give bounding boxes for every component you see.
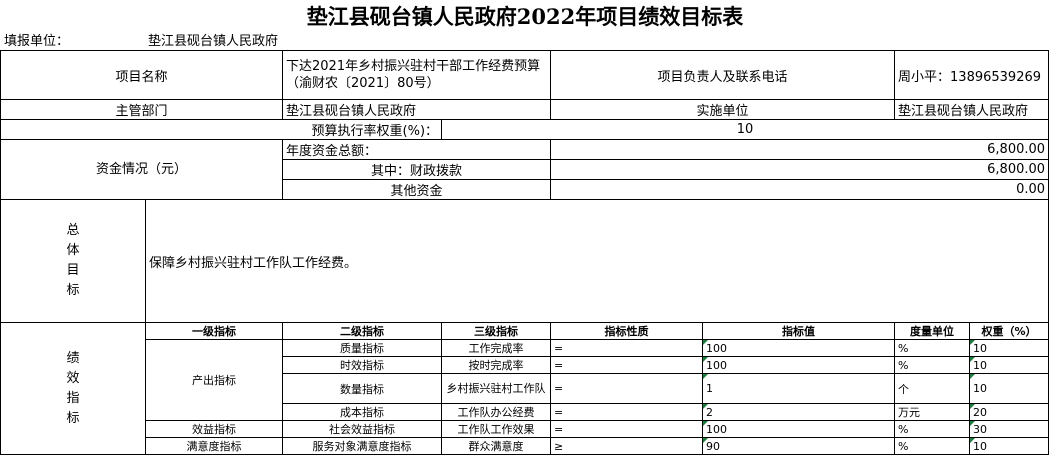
- perf-l2: 时效指标: [282, 356, 443, 374]
- perf-header-row: 绩效指标 一级指标 二级指标 三级指标 指标性质 指标值 度量单位 权重（%）: [0, 322, 1050, 455]
- filler-row: 填报单位： 垫江县砚台镇人民政府: [0, 33, 1050, 50]
- perf-nature[interactable]: =: [550, 403, 704, 421]
- goal-label: 总体目标: [0, 199, 146, 323]
- funds-total-label: 年度资金总额：: [282, 139, 552, 160]
- funds-fiscal-label: 其中：财政拨款: [282, 159, 552, 180]
- perf-nature[interactable]: =: [550, 373, 704, 404]
- perf-l2: 社会效益指标: [282, 420, 443, 438]
- perf-weight[interactable]: 30: [969, 420, 1050, 438]
- perf-nature[interactable]: ≥: [550, 437, 704, 455]
- project-contact-value[interactable]: 周小平：13896539269: [894, 50, 1050, 100]
- funds-label: 资金情况（元）: [0, 139, 284, 200]
- filler-label: 填报单位：: [4, 34, 70, 49]
- funds-total-row: 资金情况（元） 年度资金总额： 6,800.00: [0, 139, 1050, 200]
- perf-value[interactable]: 100: [702, 339, 896, 357]
- page-title: 垫江县砚台镇人民政府2022年项目绩效目标表: [306, 4, 744, 29]
- perf-unit[interactable]: %: [894, 437, 971, 455]
- perf-l1-output: 产出指标: [144, 339, 284, 421]
- perf-l3: 工作队办公经费: [441, 403, 552, 421]
- funds-total-value[interactable]: 6,800.00: [550, 139, 1050, 160]
- perf-header-unit: 度量单位: [894, 322, 971, 340]
- perf-value[interactable]: 100: [702, 420, 896, 438]
- perf-weight[interactable]: 10: [969, 339, 1050, 357]
- dept-value[interactable]: 垫江县砚台镇人民政府: [282, 99, 552, 120]
- budget-row: 预算执行率权重(%)： 10: [0, 119, 1050, 140]
- perf-l2: 服务对象满意度指标: [282, 437, 443, 455]
- perf-unit[interactable]: %: [894, 420, 971, 438]
- budget-label: 预算执行率权重(%)：: [0, 119, 443, 140]
- perf-nature[interactable]: =: [550, 339, 704, 357]
- perf-weight[interactable]: 10: [969, 373, 1050, 404]
- perf-unit[interactable]: %: [894, 339, 971, 357]
- perf-weight[interactable]: 10: [969, 356, 1050, 374]
- perf-l1-benefit: 效益指标: [144, 420, 284, 438]
- impl-label: 实施单位: [550, 99, 896, 120]
- project-row: 项目名称 下达2021年乡村振兴驻村干部工作经费预算（渝财农〔2021〕80号）…: [0, 50, 1050, 100]
- perf-weight[interactable]: 20: [969, 403, 1050, 421]
- perf-l3: 按时完成率: [441, 356, 552, 374]
- perf-unit[interactable]: 万元: [894, 403, 971, 421]
- filler-value: 垫江县砚台镇人民政府: [148, 34, 279, 49]
- funds-other-value[interactable]: 0.00: [550, 179, 1050, 200]
- perf-header-value: 指标值: [702, 322, 896, 340]
- dept-label: 主管部门: [0, 99, 284, 120]
- perf-header-l1: 一级指标: [144, 322, 284, 340]
- dept-row: 主管部门 垫江县砚台镇人民政府 实施单位 垫江县砚台镇人民政府: [0, 99, 1050, 120]
- perf-value[interactable]: 1: [702, 373, 896, 404]
- perf-header-weight: 权重（%）: [969, 322, 1050, 340]
- goal-row: 总体目标 保障乡村振兴驻村工作队工作经费。: [0, 199, 1050, 323]
- perf-value[interactable]: 2: [702, 403, 896, 421]
- perf-l3: 工作队工作效果: [441, 420, 552, 438]
- perf-header-l3: 三级指标: [441, 322, 552, 340]
- perf-l1-satisfaction: 满意度指标: [144, 437, 284, 455]
- perf-unit[interactable]: 个: [894, 373, 971, 404]
- perf-header-nature: 指标性质: [550, 322, 704, 340]
- perf-l2: 数量指标: [282, 373, 443, 404]
- perf-label: 绩效指标: [0, 322, 146, 455]
- perf-l2: 成本指标: [282, 403, 443, 421]
- funds-fiscal-value[interactable]: 6,800.00: [550, 159, 1050, 180]
- perf-weight[interactable]: 10: [969, 437, 1050, 455]
- perf-value[interactable]: 100: [702, 356, 896, 374]
- performance-table: 项目名称 下达2021年乡村振兴驻村干部工作经费预算（渝财农〔2021〕80号）…: [0, 50, 1050, 455]
- perf-unit[interactable]: %: [894, 356, 971, 374]
- table-row: 满意度指标 服务对象满意度指标 群众满意度 ≥ 90 % 10: [1, 437, 1050, 455]
- perf-l2: 质量指标: [282, 339, 443, 357]
- perf-l3: 工作完成率: [441, 339, 552, 357]
- table-row: 产出指标 质量指标 工作完成率 = 100 % 10: [1, 339, 1050, 421]
- project-contact-label: 项目负责人及联系电话: [550, 50, 896, 100]
- perf-l3: 乡村振兴驻村工作队: [441, 373, 552, 404]
- budget-value[interactable]: 10: [441, 119, 1050, 140]
- perf-header-l2: 二级指标: [282, 322, 443, 340]
- goal-value[interactable]: 保障乡村振兴驻村工作队工作经费。: [144, 199, 1050, 323]
- impl-value[interactable]: 垫江县砚台镇人民政府: [894, 99, 1050, 120]
- perf-nature[interactable]: =: [550, 356, 704, 374]
- project-name-label: 项目名称: [0, 50, 284, 100]
- table-row: 效益指标 社会效益指标 工作队工作效果 = 100 % 30: [1, 420, 1050, 438]
- project-name-value[interactable]: 下达2021年乡村振兴驻村干部工作经费预算（渝财农〔2021〕80号）: [282, 50, 552, 100]
- funds-other-label: 其他资金: [282, 179, 552, 200]
- perf-l3: 群众满意度: [441, 437, 552, 455]
- perf-value[interactable]: 90: [702, 437, 896, 455]
- perf-nature[interactable]: =: [550, 420, 704, 438]
